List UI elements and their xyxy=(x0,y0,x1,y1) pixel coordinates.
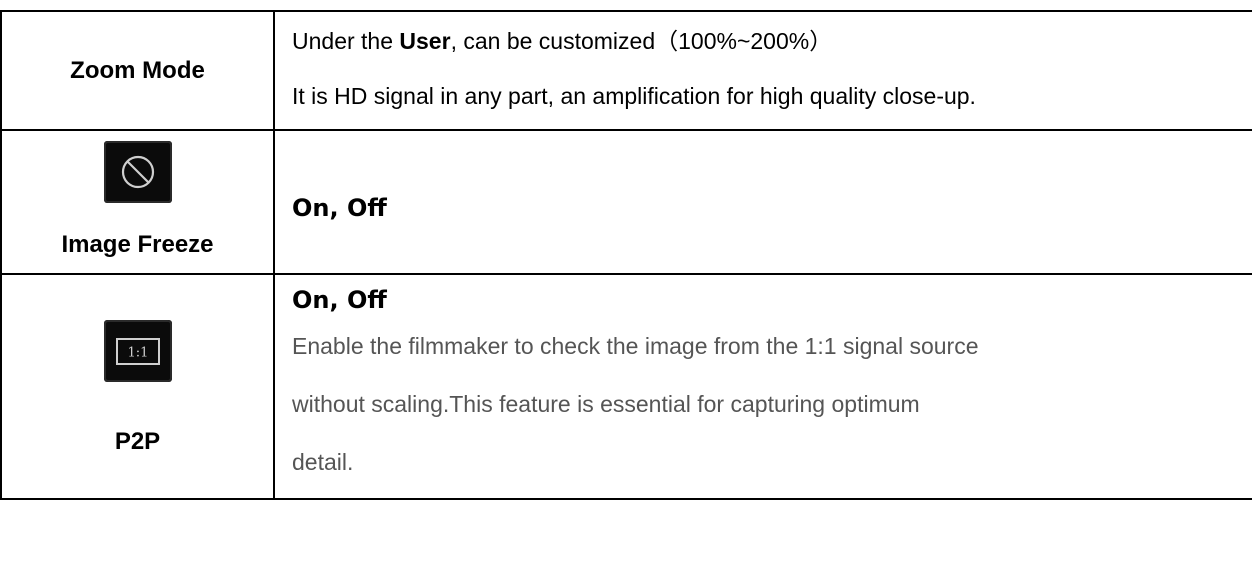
p2p-line-3: detail. xyxy=(292,449,354,475)
zoom-mode-label-cell: Zoom Mode xyxy=(0,10,275,131)
table-row-p2p: 1:1 P2P On, Off Enable the filmmaker to … xyxy=(0,273,1252,500)
one-to-one-icon-text: 1:1 xyxy=(127,345,148,360)
zoom-mode-line-2: It is HD signal in any part, an amplific… xyxy=(292,83,976,109)
zoom-mode-suffix: , can be customized（100%~200%） xyxy=(450,28,833,54)
p2p-description-cell: On, Off Enable the filmmaker to check th… xyxy=(273,273,1252,500)
zoom-mode-line-1: Under the User, can be customized（100%~2… xyxy=(292,17,1252,68)
zoom-mode-prefix: Under the xyxy=(292,28,400,54)
one-to-one-icon: 1:1 xyxy=(103,319,172,382)
p2p-line-1: Enable the filmmaker to check the image … xyxy=(292,333,979,359)
zoom-mode-description: Under the User, can be customized（100%~2… xyxy=(275,17,1252,124)
table-row-image-freeze: Image Freeze On, Off xyxy=(0,129,1252,275)
zoom-mode-user-keyword: User xyxy=(399,28,451,54)
settings-table: Zoom Mode Under the User, can be customi… xyxy=(0,10,1252,500)
image-freeze-label-cell: Image Freeze xyxy=(0,129,275,275)
p2p-line-2: without scaling.This feature is essentia… xyxy=(292,391,920,417)
table-row-zoom-mode: Zoom Mode Under the User, can be customi… xyxy=(0,10,1252,131)
p2p-label-cell: 1:1 P2P xyxy=(0,273,275,500)
p2p-label: P2P xyxy=(114,427,161,455)
p2p-description: On, Off Enable the filmmaker to check th… xyxy=(275,275,1252,491)
zoom-mode-description-cell: Under the User, can be customized（100%~2… xyxy=(273,10,1252,131)
image-freeze-options: On, Off xyxy=(292,194,387,222)
image-freeze-label: Image Freeze xyxy=(61,231,214,258)
zoom-mode-label: Zoom Mode xyxy=(70,56,205,84)
p2p-options: On, Off xyxy=(292,286,387,314)
prohibited-circle-icon xyxy=(103,141,172,203)
image-freeze-options-cell: On, Off xyxy=(273,129,1252,275)
